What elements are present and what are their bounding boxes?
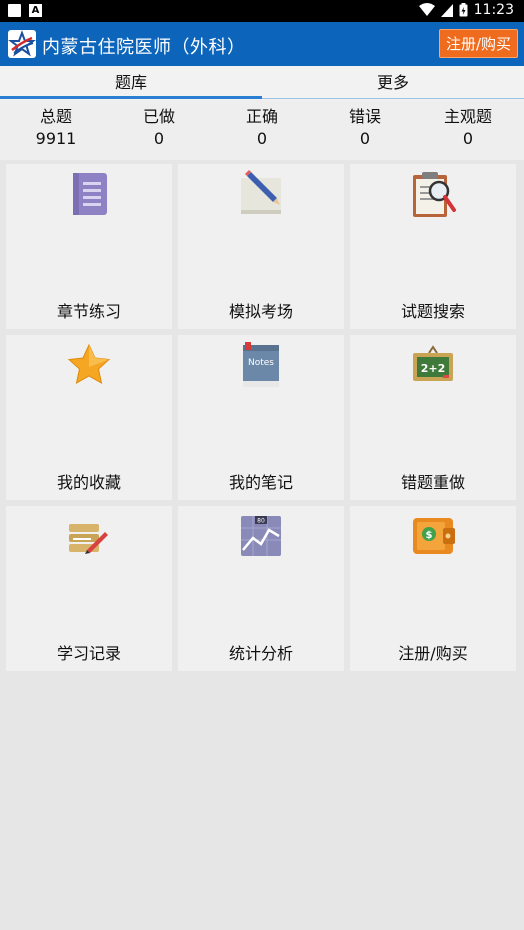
tile-study-record[interactable]: 学习记录: [6, 506, 172, 671]
clipboard-search-icon: [413, 172, 456, 217]
register-buy-button[interactable]: 注册/购买: [438, 29, 518, 58]
stat-value: 0: [153, 129, 165, 148]
tab-bar: 题库 更多: [0, 66, 524, 100]
tile-label: 我的收藏: [56, 473, 121, 492]
stat-label: 正确: [245, 107, 278, 126]
tile-register-buy[interactable]: $ 注册/购买: [350, 506, 516, 671]
chalkboard-icon-text: 2+2: [421, 362, 446, 375]
tile-question-search[interactable]: 试题搜索: [350, 164, 516, 329]
tile-label: 错题重做: [400, 473, 465, 492]
tile-label: 注册/购买: [398, 644, 468, 663]
stat-done: 已做 0: [109, 106, 209, 150]
stat-total: 总题 9911: [6, 106, 106, 150]
stat-value: 0: [359, 129, 371, 148]
tab-question-bank[interactable]: 题库: [0, 66, 262, 100]
wallet-icon: $: [413, 518, 455, 554]
tile-label: 我的笔记: [228, 473, 293, 492]
notification-a-icon: A: [29, 4, 42, 17]
status-time: 11:23: [473, 2, 514, 18]
stat-label: 总题: [39, 107, 72, 126]
tab-active-indicator: [0, 96, 262, 99]
stat-label: 主观题: [443, 107, 492, 126]
stat-value: 0: [462, 129, 474, 148]
stat-value: 0: [256, 129, 268, 148]
tile-statistics[interactable]: 80 统计分析: [178, 506, 344, 671]
star-icon: [67, 343, 111, 384]
tab-divider-line: [262, 98, 524, 99]
stat-wrong: 错误 0: [315, 106, 415, 150]
stat-label: 错误: [348, 107, 381, 126]
tile-my-notes[interactable]: Notes 我的笔记: [178, 335, 344, 500]
status-notifications: A: [8, 4, 42, 17]
tile-my-favorites[interactable]: 我的收藏: [6, 335, 172, 500]
stat-value: 9911: [35, 129, 77, 148]
tile-mock-exam[interactable]: 模拟考场: [178, 164, 344, 329]
record-icon: [69, 524, 108, 554]
stat-subjective: 主观题 0: [418, 106, 518, 150]
signal-icon: [440, 3, 453, 17]
tile-label: 模拟考场: [228, 302, 293, 321]
tile-label: 统计分析: [228, 644, 293, 663]
wallet-icon-text: $: [426, 530, 433, 541]
stat-correct: 正确 0: [212, 106, 312, 150]
chart-icon: 80: [241, 516, 281, 556]
app-title: 内蒙古住院医师（外科）: [42, 37, 246, 58]
stat-label: 已做: [142, 107, 175, 126]
chalkboard-icon: 2+2: [413, 345, 453, 381]
chart-icon-text: 80: [257, 518, 265, 525]
tile-label: 学习记录: [56, 644, 121, 663]
tile-label: 章节练习: [56, 302, 121, 321]
notification-square-icon: [8, 4, 21, 17]
app-bar: 内蒙古住院医师（外科） 注册/购买: [0, 22, 524, 66]
wifi-icon: [418, 3, 435, 16]
battery-icon: [459, 3, 468, 17]
tab-more[interactable]: 更多: [262, 66, 524, 100]
notes-icon-text: Notes: [248, 358, 274, 368]
tile-chapter-practice[interactable]: 章节练习: [6, 164, 172, 329]
tile-redo-wrong[interactable]: 2+2 错题重做: [350, 335, 516, 500]
document-icon: [73, 173, 107, 215]
stats-row: 总题 9911 已做 0 正确 0 错误 0 主观题 0: [0, 100, 524, 160]
app-logo-icon: [8, 30, 36, 58]
pencil-paper-icon: [241, 170, 281, 214]
tile-label: 试题搜索: [400, 302, 465, 321]
status-bar: A 11:23: [0, 0, 524, 22]
status-right: 11:23: [418, 2, 514, 18]
notes-icon: Notes: [243, 342, 279, 387]
